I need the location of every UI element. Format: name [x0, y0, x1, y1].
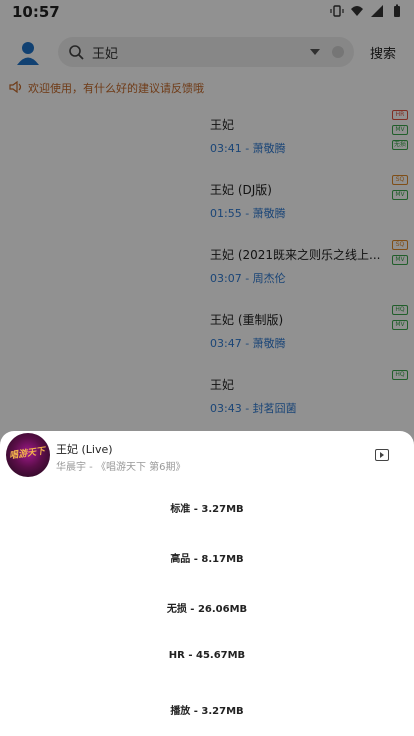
quality-option-high[interactable]: 高品 - 8.17MB: [0, 550, 414, 565]
quality-option-hr[interactable]: HR - 45.67MB: [0, 650, 414, 661]
quality-option-standard[interactable]: 标准 - 3.27MB: [0, 500, 414, 515]
album-cover-text: 唱游天下: [8, 446, 46, 462]
app-screen: 10:57 王妃 搜索 欢迎使用，有什么好的建议请反馈哦 王妃 03:41 - …: [0, 0, 414, 736]
quality-option-lossless[interactable]: 无损 - 26.06MB: [0, 600, 414, 615]
sheet-song-title: 王妃 (Live): [56, 443, 113, 456]
play-option[interactable]: 播放 - 3.27MB: [0, 702, 414, 717]
download-sheet: 唱游天下 王妃 (Live) 华晨宇 - 《唱游天下 第6期》 标准 - 3.2…: [0, 431, 414, 736]
album-cover: 唱游天下: [6, 433, 50, 477]
sheet-song-subtitle: 华晨宇 - 《唱游天下 第6期》: [56, 462, 186, 473]
play-video-icon[interactable]: [375, 449, 389, 461]
